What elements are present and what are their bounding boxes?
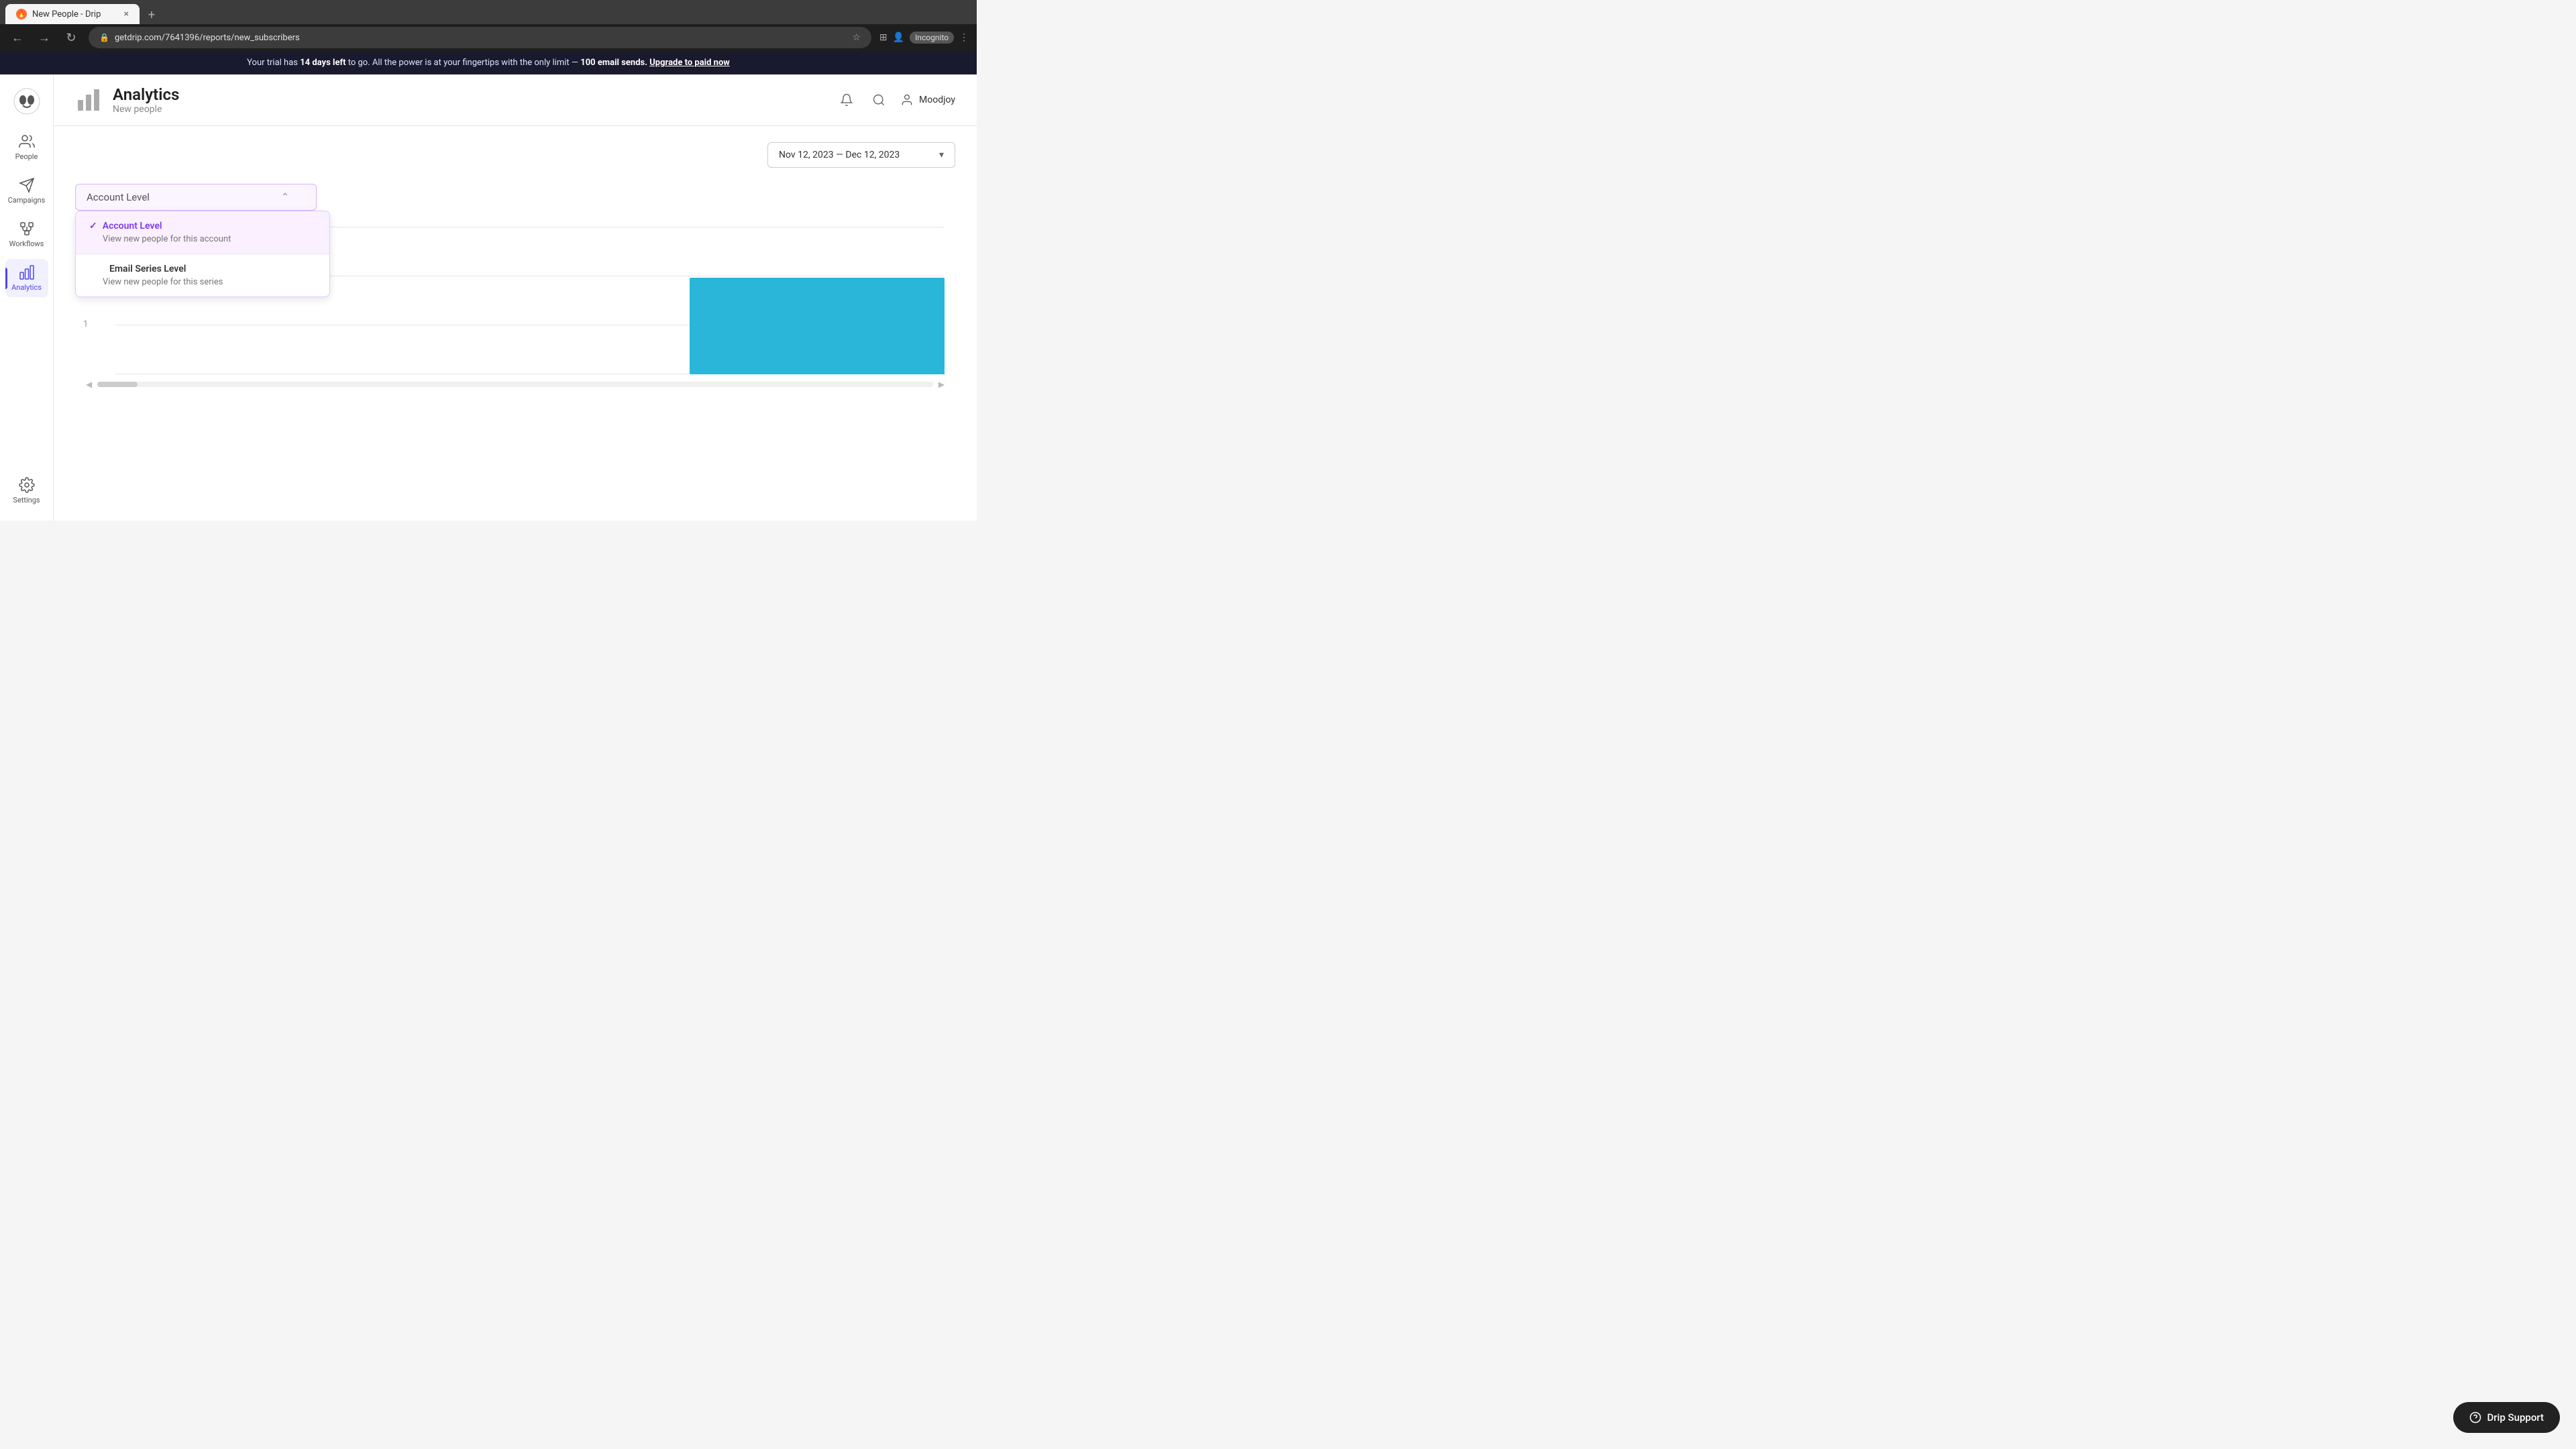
selector-container: Account Level ⌃ ✓ Account Level View new… <box>75 184 317 211</box>
page-header-left: Analytics New people <box>75 85 179 115</box>
new-tab-button[interactable]: + <box>142 5 161 24</box>
sidebar-item-campaigns[interactable]: Campaigns <box>5 172 48 210</box>
page-header-right: Moodjoy <box>836 89 955 111</box>
extensions-icon[interactable]: ⊞ <box>879 32 888 43</box>
tab-close-button[interactable]: × <box>124 9 129 19</box>
drip-support-button[interactable]: Drip Support <box>2453 1402 2560 1433</box>
sidebar-item-campaigns-label: Campaigns <box>8 196 46 205</box>
dropdown-option-series-header: Email Series Level <box>89 264 316 274</box>
selector-trigger[interactable]: Account Level ⌃ <box>75 184 317 211</box>
sidebar-item-settings-label: Settings <box>13 496 40 504</box>
tab-favicon: 🔥 <box>16 9 27 19</box>
url-bar[interactable]: 🔒 getdrip.com/7641396/reports/new_subscr… <box>89 27 871 48</box>
search-button[interactable] <box>868 89 890 111</box>
user-name: Moodjoy <box>919 95 955 105</box>
trial-banner: Your trial has 14 days left to go. All t… <box>0 51 977 74</box>
trial-text-before: Your trial has <box>247 58 300 68</box>
reload-button[interactable]: ↻ <box>62 28 80 47</box>
user-icon[interactable]: 👤 <box>893 32 904 43</box>
trial-days-highlight: 14 days left <box>300 58 345 68</box>
active-indicator <box>5 268 7 289</box>
people-icon <box>19 133 35 150</box>
sidebar-item-workflows[interactable]: Workflows <box>5 215 48 254</box>
sidebar-item-people-label: People <box>15 152 38 161</box>
sidebar-item-people[interactable]: People <box>5 128 48 166</box>
page-header: Analytics New people <box>54 74 977 126</box>
browser-actions: ⊞ 👤 Incognito ⋮ <box>879 32 969 44</box>
date-range-picker[interactable]: Nov 12, 2023 — Dec 12, 2023 ▾ <box>767 142 955 168</box>
trial-upgrade-link[interactable]: Upgrade to paid now <box>649 58 730 68</box>
scroll-right-icon[interactable]: ▶ <box>938 380 945 389</box>
dropdown-option-series-desc: View new people for this series <box>89 277 316 287</box>
campaigns-icon <box>19 177 35 193</box>
incognito-badge: Incognito <box>910 32 954 44</box>
content-area: Analytics New people <box>54 74 977 521</box>
page-title: Analytics <box>113 85 179 104</box>
forward-button[interactable]: → <box>35 28 54 47</box>
dropdown-option-account-desc: View new people for this account <box>89 234 316 244</box>
tab-title: New People - Drip <box>32 9 101 19</box>
drip-logo-icon <box>13 88 40 115</box>
back-button[interactable]: ← <box>8 28 27 47</box>
dropdown-option-account-label: Account Level <box>103 221 162 231</box>
dropdown-option-account-header: ✓ Account Level <box>89 221 316 231</box>
address-bar: ← → ↻ 🔒 getdrip.com/7641396/reports/new_… <box>0 24 977 51</box>
analytics-icon <box>19 264 35 280</box>
tab-bar: 🔥 New People - Drip × + <box>0 0 977 24</box>
date-range-chevron: ▾ <box>939 150 944 160</box>
bell-icon <box>840 93 853 107</box>
trial-text-middle: to go. All the power is at your fingerti… <box>346 58 581 68</box>
url-text: getdrip.com/7641396/reports/new_subscrib… <box>115 33 847 43</box>
active-tab[interactable]: 🔥 New People - Drip × <box>5 4 140 24</box>
analytics-header-icon <box>75 87 102 113</box>
drip-support-label: Drip Support <box>2487 1411 2544 1424</box>
chart-y-label-1: 1 <box>83 319 88 329</box>
sidebar-item-settings[interactable]: Settings <box>5 472 48 510</box>
dropdown-option-series[interactable]: Email Series Level View new people for t… <box>76 254 329 297</box>
dropdown-option-account[interactable]: ✓ Account Level View new people for this… <box>76 211 329 254</box>
user-menu-button[interactable]: Moodjoy <box>900 93 955 107</box>
checkmark-icon: ✓ <box>89 221 97 231</box>
scroll-thumb[interactable] <box>97 382 138 387</box>
dropdown-option-series-label: Email Series Level <box>109 264 186 274</box>
workflows-icon <box>19 221 35 237</box>
main-layout: People Campaigns Workflows <box>0 74 977 521</box>
selector-trigger-label: Account Level <box>87 191 150 203</box>
search-icon <box>872 93 885 107</box>
page-subtitle: New people <box>113 104 179 115</box>
sidebar-item-analytics-label: Analytics <box>11 283 42 292</box>
page-title-block: Analytics New people <box>113 85 179 115</box>
sidebar: People Campaigns Workflows <box>0 74 54 521</box>
date-range-container: Nov 12, 2023 — Dec 12, 2023 ▾ <box>75 142 955 168</box>
settings-icon <box>19 477 35 493</box>
lock-icon: 🔒 <box>99 33 109 42</box>
star-icon[interactable]: ☆ <box>852 32 861 43</box>
user-avatar-icon <box>900 93 914 107</box>
scroll-track[interactable] <box>97 382 933 387</box>
sidebar-item-workflows-label: Workflows <box>9 239 44 248</box>
trial-sends-highlight: 100 email sends. <box>580 58 647 68</box>
scroll-left-icon[interactable]: ◀ <box>86 380 92 389</box>
app: Your trial has 14 days left to go. All t… <box>0 51 977 521</box>
notifications-button[interactable] <box>836 89 857 111</box>
selector-chevron-icon: ⌃ <box>281 192 289 203</box>
main-content: Nov 12, 2023 — Dec 12, 2023 ▾ Account Le… <box>54 126 977 521</box>
support-icon <box>2469 1411 2481 1424</box>
chart-scroll: ◀ ▶ <box>75 380 955 389</box>
sidebar-logo <box>11 85 43 117</box>
date-range-label: Nov 12, 2023 — Dec 12, 2023 <box>779 150 900 160</box>
chart-bar-1 <box>690 278 945 374</box>
more-icon[interactable]: ⋮ <box>959 32 969 43</box>
sidebar-item-analytics[interactable]: Analytics <box>5 259 48 297</box>
selector-dropdown: ✓ Account Level View new people for this… <box>75 211 330 297</box>
